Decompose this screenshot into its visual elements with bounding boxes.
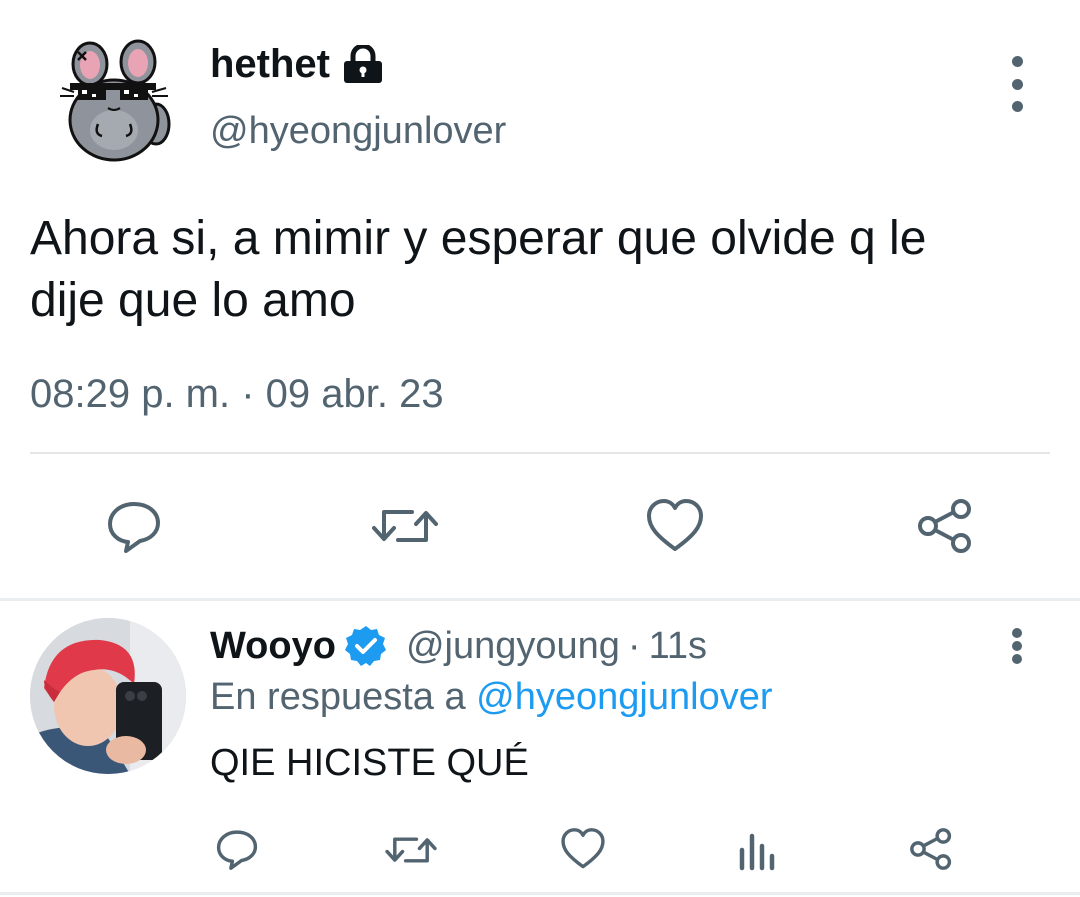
display-name[interactable]: hethet [210, 42, 330, 87]
handle[interactable]: @hyeongjunlover [210, 110, 506, 153]
reply-icon [108, 502, 160, 553]
more-dot [1012, 641, 1022, 651]
chinchilla-avatar-icon [60, 39, 171, 162]
reply-display-name[interactable]: Wooyo [210, 625, 336, 668]
reply-reply-button[interactable] [214, 826, 260, 872]
reply-share-button[interactable] [908, 826, 954, 872]
like-icon [647, 499, 703, 551]
retweet-button[interactable] [370, 498, 440, 554]
more-options-button[interactable] [997, 56, 1037, 112]
profile-photo-icon [30, 618, 186, 774]
tweet-text: Ahora si, a mimir y esperar que olvide q… [30, 208, 926, 332]
reply-text: QIE HICISTE QUÉ [210, 742, 529, 784]
retweet-icon [385, 837, 437, 863]
divider [30, 452, 1050, 454]
more-vertical-icon [1011, 56, 1023, 67]
verified-badge-icon [344, 624, 388, 668]
reply-retweet-button[interactable] [384, 828, 438, 872]
bottom-divider [0, 892, 1080, 895]
analytics-icon [739, 833, 775, 871]
more-dot [1011, 101, 1023, 112]
lock-icon [342, 44, 384, 85]
tweet-text-line: Ahora si, a mimir y esperar que olvide q… [30, 212, 927, 265]
reply-more-options-button[interactable] [997, 628, 1037, 664]
share-icon [910, 828, 952, 870]
timestamp[interactable]: 08:29 p. m. · 09 abr. 23 [30, 372, 444, 417]
reply-to-link[interactable]: @hyeongjunlover [476, 676, 772, 718]
more-dot [1011, 78, 1023, 90]
reply-avatar[interactable] [30, 618, 186, 774]
more-vertical-icon [1012, 628, 1022, 638]
retweet-icon [372, 510, 438, 542]
like-icon [561, 828, 605, 869]
reply-handle[interactable]: @jungyoung [406, 625, 620, 668]
analytics-button[interactable] [736, 828, 780, 872]
tweet-text-line: dije que lo amo [30, 274, 356, 327]
reply-like-button[interactable] [560, 826, 606, 872]
reply-context: En respuesta a @hyeongjunlover [210, 676, 773, 719]
separator-dot: · [627, 624, 641, 667]
share-button[interactable] [915, 496, 975, 556]
reply-icon [216, 830, 258, 870]
like-button[interactable] [645, 496, 705, 556]
avatar[interactable] [48, 38, 178, 168]
reply-time[interactable]: 11s [649, 625, 707, 668]
reply-button[interactable] [104, 496, 164, 556]
reply-prefix: En respuesta a [210, 676, 466, 718]
more-dot [1012, 654, 1022, 664]
section-divider [0, 598, 1080, 601]
share-icon [918, 499, 971, 553]
